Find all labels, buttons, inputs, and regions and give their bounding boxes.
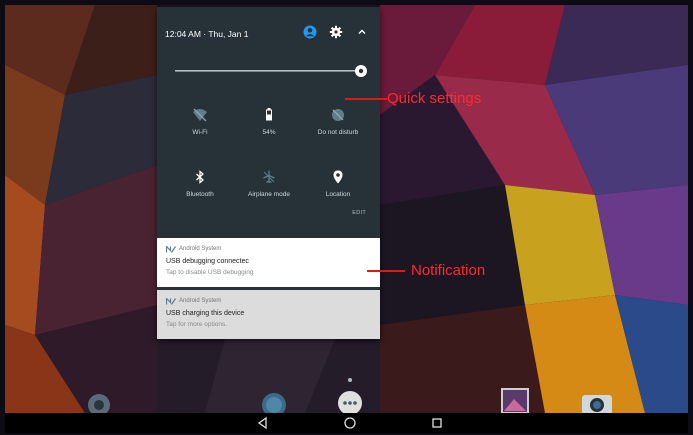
android-system-icon: [166, 246, 176, 253]
tile-do-not-disturb[interactable]: Do not disturb: [303, 107, 373, 157]
notification-app-name: Android System: [179, 298, 222, 304]
tile-location-label: Location: [325, 191, 351, 198]
tile-wifi[interactable]: Wi-Fi: [165, 107, 235, 157]
brightness-slider[interactable]: [175, 63, 369, 79]
tile-bluetooth[interactable]: Bluetooth: [165, 169, 235, 219]
notification-usb-debugging[interactable]: Android System USB debugging connectec T…: [157, 238, 380, 287]
tile-wifi-label: Wi-Fi: [192, 129, 208, 136]
notification-title: USB charging this device: [166, 310, 245, 317]
tile-bluetooth-label: Bluetooth: [186, 191, 214, 198]
tile-battery[interactable]: 54%: [234, 107, 304, 157]
back-triangle-icon[interactable]: [255, 415, 271, 431]
android-system-icon: [166, 298, 176, 305]
home-screen: 12:04 AM · Thu, Jan 1 Wi-Fi 54% Do not d…: [5, 5, 688, 433]
quick-settings-callout-label: Quick settings: [387, 90, 482, 107]
tile-airplane-mode[interactable]: Airplane mode: [234, 169, 304, 219]
notification-text: Tap to disable USB debugging: [166, 269, 254, 276]
tile-airplane-label: Airplane mode: [248, 191, 290, 198]
tile-dnd-label: Do not disturb: [317, 129, 359, 136]
notification-callout-line: [367, 270, 405, 272]
app-drawer-icon[interactable]: [335, 375, 365, 415]
tile-battery-label: 54%: [262, 129, 276, 136]
battery-icon: [266, 108, 272, 121]
camera-app-icon[interactable]: [580, 391, 614, 415]
notification-app-name: Android System: [179, 246, 222, 252]
do-not-disturb-icon: [332, 109, 344, 121]
home-circle-icon[interactable]: [342, 415, 358, 431]
gallery-app-icon[interactable]: [500, 387, 530, 415]
airplane-icon: [263, 170, 275, 184]
brightness-sun-icon: [355, 65, 367, 77]
settings-gear-icon[interactable]: [329, 25, 343, 39]
notification-title: USB debugging connectec: [166, 258, 249, 265]
clock-date: 12:04 AM · Thu, Jan 1: [165, 29, 249, 39]
notification-shade: 12:04 AM · Thu, Jan 1 Wi-Fi 54% Do not d…: [157, 7, 380, 339]
recents-square-icon[interactable]: [429, 415, 445, 431]
location-pin-icon: [333, 170, 343, 184]
browser-app-icon[interactable]: [260, 391, 288, 415]
user-avatar-icon[interactable]: [303, 25, 317, 39]
notification-text: Tap for more options.: [166, 321, 228, 328]
quick-settings-header: 12:04 AM · Thu, Jan 1: [157, 7, 380, 63]
navigation-bar: [5, 413, 688, 433]
bluetooth-icon: [196, 170, 204, 184]
settings-app-icon[interactable]: [85, 391, 113, 415]
wifi-off-icon: [193, 108, 207, 122]
edit-quick-settings-button[interactable]: EDIT: [352, 210, 366, 216]
collapse-chevron-icon[interactable]: [355, 25, 369, 39]
notification-callout-label: Notification: [411, 262, 486, 279]
notification-usb-charging[interactable]: Android System USB charging this device …: [157, 290, 380, 339]
quick-settings-callout-line: [345, 98, 387, 100]
